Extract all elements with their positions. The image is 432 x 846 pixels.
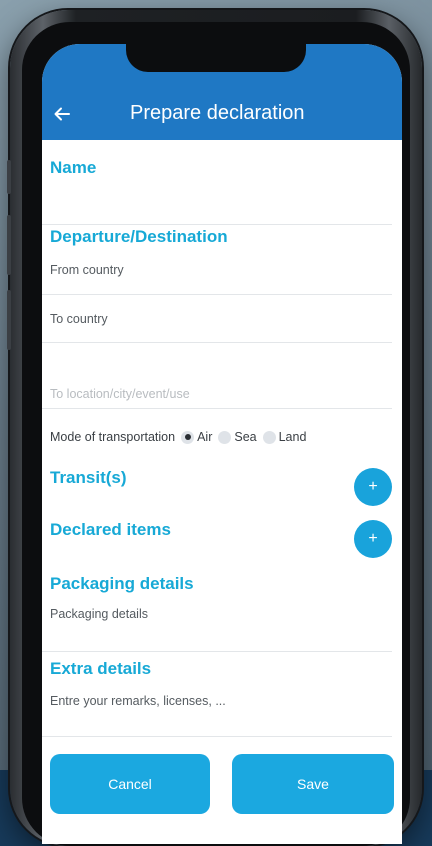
divider bbox=[42, 342, 392, 343]
plus-icon: + bbox=[368, 530, 378, 547]
divider bbox=[42, 408, 392, 409]
to-country-field[interactable]: To country bbox=[50, 312, 108, 326]
to-location-field[interactable]: To location/city/event/use bbox=[50, 387, 190, 401]
arrow-left-icon[interactable] bbox=[50, 102, 74, 126]
extra-details-field[interactable]: Entre your remarks, licenses, ... bbox=[50, 694, 226, 708]
radio-land[interactable] bbox=[262, 430, 276, 444]
transport-mode-row: Mode of transportation Air Sea Land bbox=[50, 430, 306, 444]
section-transits: Transit(s) bbox=[50, 468, 127, 487]
section-departure-destination: Departure/Destination bbox=[50, 227, 228, 246]
name-input[interactable] bbox=[42, 224, 392, 225]
cancel-button[interactable]: Cancel bbox=[50, 754, 210, 814]
add-transit-button[interactable]: + bbox=[354, 468, 392, 506]
plus-icon: + bbox=[368, 478, 378, 495]
add-declared-item-button[interactable]: + bbox=[354, 520, 392, 558]
divider bbox=[42, 736, 392, 737]
save-button[interactable]: Save bbox=[232, 754, 394, 814]
page-title: Prepare declaration bbox=[130, 102, 305, 124]
phone-notch bbox=[126, 30, 306, 72]
radio-air-label: Air bbox=[197, 430, 213, 444]
radio-sea[interactable] bbox=[218, 430, 232, 444]
mute-switch bbox=[7, 160, 11, 194]
section-name: Name bbox=[50, 158, 97, 177]
divider bbox=[42, 294, 392, 295]
divider bbox=[42, 651, 392, 652]
volume-down-button bbox=[7, 290, 11, 350]
radio-air[interactable] bbox=[181, 430, 195, 444]
from-country-field[interactable]: From country bbox=[50, 263, 124, 277]
section-packaging-details: Packaging details bbox=[50, 574, 194, 593]
packaging-details-field[interactable]: Packaging details bbox=[50, 607, 148, 621]
section-declared-items: Declared items bbox=[50, 520, 171, 539]
transport-mode-label: Mode of transportation bbox=[50, 430, 176, 444]
volume-up-button bbox=[7, 215, 11, 275]
radio-land-label: Land bbox=[278, 430, 307, 444]
radio-sea-label: Sea bbox=[234, 430, 257, 444]
section-extra-details: Extra details bbox=[50, 659, 152, 678]
app-screen: Prepare declaration Name Departure/Desti… bbox=[42, 44, 402, 844]
